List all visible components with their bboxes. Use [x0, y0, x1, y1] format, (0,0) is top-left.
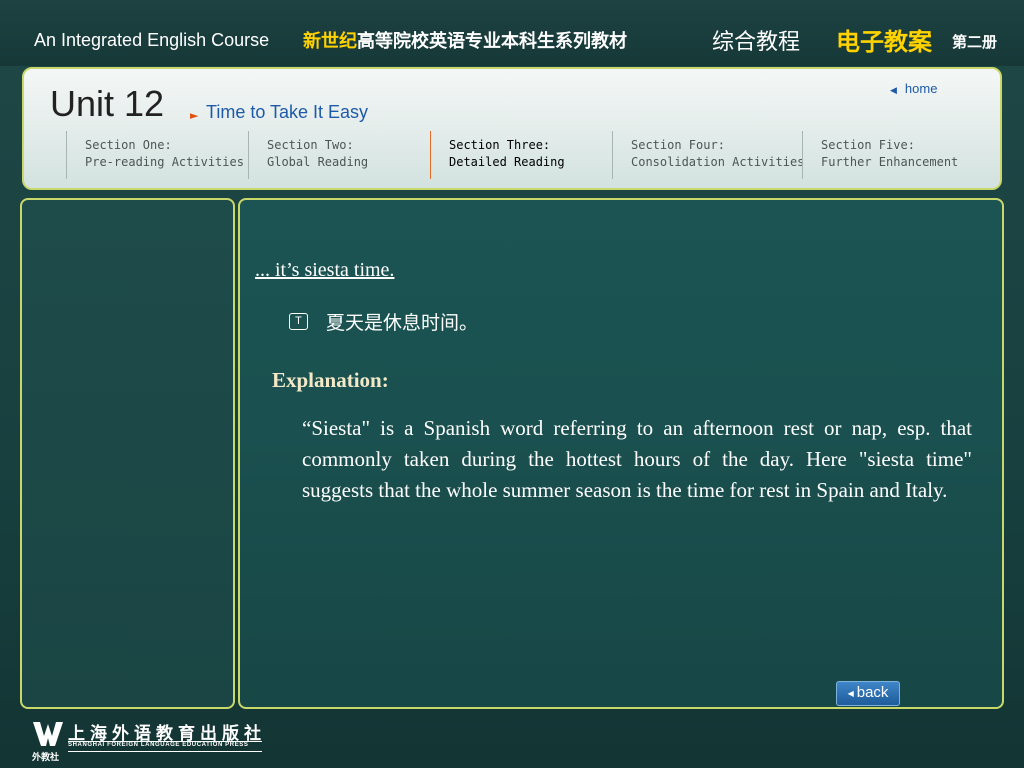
translation-icon[interactable]: T: [289, 313, 308, 330]
publisher-logo: 上海外语教育出版社 SHANGHAI FOREIGN LANGUAGE EDUC…: [22, 714, 282, 764]
nav-item-label: Detailed Reading: [449, 155, 565, 169]
volume-label: 第二册: [952, 33, 998, 51]
nav-section-four[interactable]: Section Four: Consolidation Activities: [612, 131, 805, 179]
nav-item-number: Section Five:: [821, 138, 915, 152]
publisher-mark-icon: [33, 722, 63, 746]
side-panel: [20, 198, 235, 709]
nav-item-number: Section Three:: [449, 138, 551, 152]
home-link[interactable]: ◀ home: [890, 81, 937, 96]
explanation-heading: Explanation:: [272, 368, 389, 392]
book-title: 综合教程: [712, 30, 801, 55]
nav-item-label: Further Enhancement: [821, 155, 959, 169]
ecase-title: 电子教案: [836, 28, 932, 56]
nav-section-five[interactable]: Section Five: Further Enhancement: [802, 131, 992, 179]
course-title: An Integrated English Course: [34, 30, 270, 50]
nav-section-three[interactable]: Section Three: Detailed Reading: [430, 131, 612, 179]
content-panel: ... it’s siesta time. T 夏天是休息时间。 Explana…: [238, 198, 1004, 709]
explanation-body: “Siesta" is a Spanish word referring to …: [302, 416, 972, 502]
nav-section-two[interactable]: Section Two: Global Reading: [248, 131, 430, 179]
unit-header: Unit 12 ► Time to Take It Easy ◀ home Sec…: [22, 67, 1002, 190]
arrow-right-icon: ►: [190, 109, 199, 122]
series-title-highlight: 新世纪: [303, 31, 357, 52]
arrow-left-icon: ◀: [847, 689, 854, 698]
arrow-left-icon: ◀: [890, 85, 897, 95]
divider: [68, 751, 262, 752]
translation-text: 夏天是休息时间。: [326, 312, 479, 334]
home-label: home: [904, 81, 938, 96]
section-nav: Section One: Pre-reading Activities Sect…: [66, 131, 996, 179]
series-title-rest: 高等院校英语专业本科生系列教材: [357, 31, 627, 52]
back-button[interactable]: ◀ back: [836, 681, 900, 706]
text-quote: ... it’s siesta time.: [255, 259, 395, 281]
unit-subtitle: Time to Take It Easy: [206, 102, 369, 122]
nav-item-number: Section Four:: [631, 138, 725, 152]
back-label: back: [856, 684, 889, 701]
nav-section-one[interactable]: Section One: Pre-reading Activities: [66, 131, 248, 179]
series-title: 新世纪高等院校英语专业本科生系列教材: [303, 27, 627, 53]
publisher-name-en: SHANGHAI FOREIGN LANGUAGE EDUCATION PRES…: [68, 742, 249, 748]
nav-item-label: Global Reading: [267, 155, 369, 169]
nav-item-label: Consolidation Activities: [631, 155, 805, 169]
title-banner: An Integrated English Course 新世纪高等院校英语专业…: [0, 0, 1024, 66]
publisher-mark-label: 外教社: [32, 753, 60, 763]
unit-title: Unit 12: [50, 83, 165, 124]
nav-item-number: Section One:: [85, 138, 172, 152]
nav-item-label: Pre-reading Activities: [85, 155, 244, 169]
nav-item-number: Section Two:: [267, 138, 354, 152]
